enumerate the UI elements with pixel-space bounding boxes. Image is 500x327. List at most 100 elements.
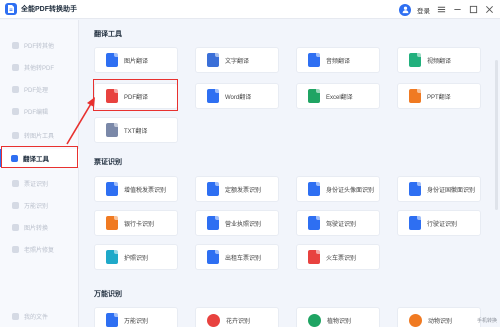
section-title-universal: 万能识别	[94, 291, 122, 298]
sidebar-item-other-to-pdf[interactable]: 其他转PDF	[4, 60, 76, 74]
excel-translate-card[interactable]: Excel翻译	[296, 83, 380, 109]
excel-translate-icon	[308, 89, 320, 103]
txt-translate-icon	[106, 123, 118, 137]
menu-icon[interactable]	[436, 5, 446, 15]
universal-ocr-icon	[106, 313, 118, 327]
card-label: 植物识别	[327, 318, 352, 325]
card-label: 花卉识别	[226, 318, 251, 325]
word-translate-icon	[207, 89, 219, 103]
vat-invoice-card[interactable]: 增值税发票识别	[94, 176, 178, 202]
card-label: 身份证头像面识别	[326, 187, 375, 194]
bank-card-icon	[106, 216, 118, 230]
video-translate-card[interactable]: 视频翻译	[397, 47, 481, 73]
card-label: 增值税发票识别	[124, 187, 167, 194]
pdf-convert-icon	[12, 41, 19, 49]
card-label: 出租车票识别	[225, 255, 262, 262]
title-bar: 全能PDF转换助手 登录	[0, 0, 500, 19]
minimize-icon[interactable]	[452, 5, 462, 15]
sidebar-item-photo-repair[interactable]: 老照片修复	[4, 242, 76, 256]
sidebar-item-label: 我的文件	[24, 314, 49, 321]
driver-license-icon	[308, 216, 320, 230]
scrollbar[interactable]	[495, 60, 498, 210]
plant-ocr-card[interactable]: 植物识别	[296, 307, 380, 327]
sidebar-item-pdf-to-other[interactable]: PDF转其他	[4, 38, 76, 52]
train-ticket-icon	[308, 250, 320, 264]
quota-invoice-icon	[207, 182, 219, 196]
annotation-arrow-icon	[66, 97, 95, 145]
card-label: 定额发票识别	[225, 187, 262, 194]
sidebar-item-label: 万能识别	[24, 203, 49, 210]
sidebar-item-label: 其他转PDF	[24, 65, 55, 72]
close-icon[interactable]	[484, 5, 494, 15]
sidebar-item-ticket-ocr[interactable]: 票证识别	[4, 176, 76, 190]
photo-repair-icon	[12, 245, 19, 253]
card-label: 驾驶证识别	[326, 221, 357, 228]
quota-invoice-card[interactable]: 定额发票识别	[195, 176, 279, 202]
card-label: Word翻译	[225, 94, 252, 101]
card-label: TXT翻译	[124, 128, 148, 135]
train-ticket-card[interactable]: 火车票识别	[296, 244, 380, 270]
maximize-icon[interactable]	[468, 5, 478, 15]
ppt-translate-card[interactable]: PPT翻译	[397, 83, 481, 109]
plant-icon	[308, 313, 321, 327]
sidebar-item-universal-ocr[interactable]: 万能识别	[4, 198, 76, 212]
flower-ocr-card[interactable]: 花卉识别	[195, 307, 279, 327]
image-translate-card[interactable]: 图片翻译	[94, 47, 178, 73]
sidebar-item-label: 转图片工具	[24, 133, 55, 140]
ticket-icon	[12, 179, 19, 187]
text-translate-card[interactable]: 文字翻译	[195, 47, 279, 73]
app-logo-icon	[5, 3, 17, 15]
audio-translate-card[interactable]: 音频翻译	[296, 47, 380, 73]
folder-icon	[12, 312, 19, 320]
business-license-card[interactable]: 营业执照识别	[195, 210, 279, 236]
txt-translate-card[interactable]: TXT翻译	[94, 117, 178, 143]
card-label: 行驶证识别	[427, 221, 458, 228]
text-translate-icon	[207, 53, 219, 67]
universal-ocr-card[interactable]: 万能识别	[94, 307, 178, 327]
sidebar-item-my-files[interactable]: 我的文件	[4, 309, 76, 323]
word-translate-card[interactable]: Word翻译	[195, 83, 279, 109]
id-front-icon	[308, 182, 320, 196]
card-label: 身份证国徽面识别	[427, 187, 476, 194]
image-convert-icon	[12, 223, 19, 231]
card-label: 火车票识别	[326, 255, 357, 262]
app-title: 全能PDF转换助手	[21, 6, 77, 13]
main-content: 翻译工具 图片翻译 文字翻译 音频翻译 视频翻译 PDF翻译 Word翻译 Ex…	[80, 20, 500, 327]
avatar[interactable]	[399, 3, 411, 16]
sidebar-item-label: PDF编辑	[24, 109, 49, 116]
active-item-highlight	[1, 146, 78, 168]
business-license-icon	[207, 216, 219, 230]
taxi-ticket-card[interactable]: 出租车票识别	[195, 244, 279, 270]
card-label: 营业执照识别	[225, 221, 262, 228]
vehicle-license-icon	[409, 216, 421, 230]
bank-card-card[interactable]: 银行卡识别	[94, 210, 178, 236]
animal-ocr-card[interactable]: 动物识别	[397, 307, 481, 327]
card-label: 动物识别	[428, 318, 453, 325]
ocr-icon	[12, 201, 19, 209]
pdf-edit-icon	[12, 107, 19, 115]
flower-icon	[207, 313, 220, 327]
watermark: 手机转换	[476, 318, 497, 324]
card-label: 万能识别	[124, 318, 149, 325]
sidebar-item-label: PDF处理	[24, 87, 49, 94]
section-title-translate: 翻译工具	[94, 31, 122, 38]
sidebar-item-image-convert[interactable]: 图片转换	[4, 220, 76, 234]
card-label: 银行卡识别	[124, 221, 155, 228]
card-label: PPT翻译	[427, 94, 451, 101]
id-front-card[interactable]: 身份证头像面识别	[296, 176, 380, 202]
login-link[interactable]: 登录	[417, 5, 430, 15]
vat-invoice-icon	[106, 182, 118, 196]
vehicle-license-card[interactable]: 行驶证识别	[397, 210, 481, 236]
card-label: 文字翻译	[225, 58, 250, 65]
card-label: Excel翻译	[326, 94, 353, 101]
id-back-card[interactable]: 身份证国徽面识别	[397, 176, 481, 202]
passport-card[interactable]: 护照识别	[94, 244, 178, 270]
driver-license-card[interactable]: 驾驶证识别	[296, 210, 380, 236]
card-label: 图片翻译	[124, 58, 149, 65]
pdf-process-icon	[12, 85, 19, 93]
to-pdf-icon	[12, 63, 19, 71]
taxi-ticket-icon	[207, 250, 219, 264]
sidebar: PDF转其他 其他转PDF PDF处理 PDF编辑 转图片工具 翻译工具 票证识…	[0, 20, 79, 327]
image-tool-icon	[12, 131, 19, 139]
card-label: 视频翻译	[427, 58, 452, 65]
